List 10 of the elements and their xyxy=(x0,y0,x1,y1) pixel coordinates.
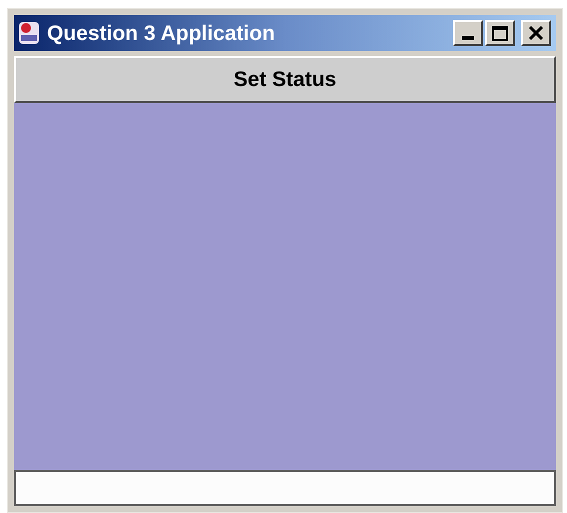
set-status-button[interactable]: Set Status xyxy=(14,56,556,103)
minimize-button[interactable] xyxy=(453,20,483,46)
app-icon xyxy=(17,20,41,46)
maximize-icon xyxy=(492,26,508,40)
close-icon xyxy=(529,26,543,40)
maximize-button[interactable] xyxy=(485,20,515,46)
close-button[interactable] xyxy=(521,20,551,46)
minimize-icon xyxy=(462,36,474,40)
window-title: Question 3 Application xyxy=(47,22,276,44)
status-field[interactable] xyxy=(14,470,556,506)
